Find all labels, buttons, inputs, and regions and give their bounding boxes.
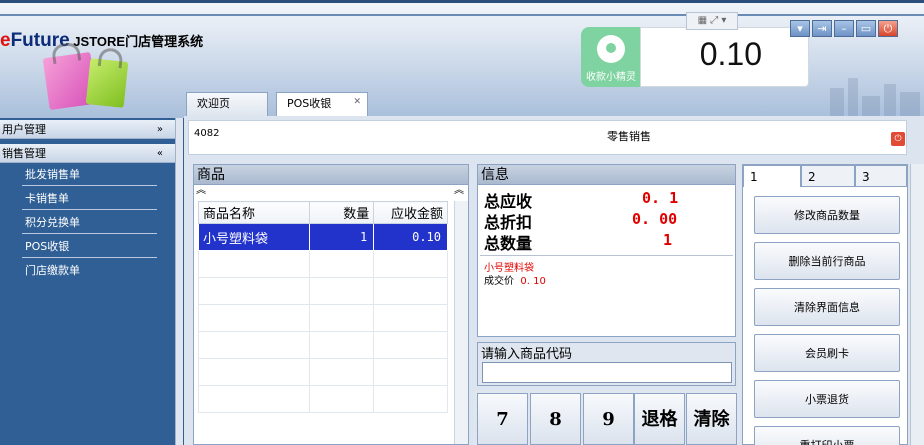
sidebar-item-points-exchange[interactable]: 积分兑换单 (22, 212, 157, 234)
widget-toolbar[interactable]: ▦ ⤢ ▾ (686, 12, 738, 30)
exit-icon[interactable]: ⇥ (812, 20, 832, 37)
chevron-down-icon: » (156, 124, 163, 135)
tab-3[interactable]: 3 (855, 165, 907, 187)
sidebar-item-store-payment[interactable]: 门店缴款单 (22, 260, 157, 282)
power-icon[interactable]: ⏻ (878, 20, 898, 37)
chevron-up-icon: « (156, 148, 163, 159)
receipt-return-button[interactable]: 小票退货 (754, 380, 900, 418)
close-icon[interactable]: ✕ (353, 91, 361, 113)
info-divider (480, 255, 733, 256)
cashier-label: 收款小精灵 (586, 72, 636, 83)
tab-welcome[interactable]: 欢迎页 (186, 92, 268, 116)
total-qty-label: 总数量 (484, 234, 533, 253)
key-7[interactable]: 7 (477, 393, 528, 445)
app-logo: eFuture JSTORE门店管理系统 (0, 30, 204, 51)
collapse-left-icon[interactable]: ︽ (196, 185, 206, 197)
amount-display: 0.10 (640, 27, 809, 87)
chevron-down-icon[interactable]: ▾ (721, 15, 726, 26)
user-icon[interactable]: ▾ (790, 20, 810, 37)
key-clear[interactable]: 清除 (686, 393, 737, 445)
tab-pos[interactable]: POS收银 ✕ (276, 92, 368, 116)
restore-icon[interactable]: ▭ (856, 20, 876, 37)
table-row (197, 331, 448, 359)
table-row (197, 385, 448, 413)
reprint-receipt-button[interactable]: 重打印小票 (754, 426, 900, 445)
keypad: 7 8 9 退格 清除 (473, 390, 739, 445)
actions-scrollbar[interactable] (910, 164, 924, 445)
tab-2[interactable]: 2 (801, 165, 855, 187)
key-9[interactable]: 9 (583, 393, 634, 445)
column-header[interactable]: 应收金额 (373, 201, 448, 224)
title-divider (0, 14, 924, 16)
grid-icon[interactable]: ▦ (698, 15, 707, 26)
cashier-widget[interactable]: 收款小精灵 (581, 27, 641, 87)
sidebar-item-pos[interactable]: POS收银 (22, 236, 157, 258)
goods-table: 商品名称 数量 应收金额 小号塑料袋 1 0.10 (197, 201, 448, 413)
key-8[interactable]: 8 (530, 393, 581, 445)
member-card-button[interactable]: 会员刷卡 (754, 334, 900, 372)
goods-panel: 商品 ︽ ︽ 商品名称 数量 应收金额 小号塑料袋 1 0.10 (193, 164, 469, 445)
collapse-right-icon[interactable]: ︽ (454, 185, 464, 197)
total-discount-value: 0. 00 (632, 210, 678, 228)
total-qty-value: 1 (663, 231, 673, 249)
page-title: 零售销售 (607, 130, 651, 143)
table-row (197, 277, 448, 305)
window-frame-top (0, 0, 924, 3)
info-title: 信息 (478, 165, 735, 185)
total-receivable-value: 0. 1 (642, 189, 679, 207)
sales-header: 4082 零售销售 ⏻ (188, 120, 907, 155)
actions-panel: 1 2 3 修改商品数量 删除当前行商品 清除界面信息 会员刷卡 小票退货 重打… (742, 164, 908, 445)
cell-name[interactable]: 小号塑料袋 (197, 223, 311, 251)
key-backspace[interactable]: 退格 (634, 393, 685, 445)
cell-qty[interactable]: 1 (309, 223, 375, 251)
goods-collapse-bar: ︽ ︽ (194, 185, 468, 199)
detail-price-value: 0. 10 (520, 276, 546, 287)
table-row (197, 358, 448, 386)
amount-value: 0.10 (699, 36, 762, 72)
sidebar: 用户管理» 销售管理 « 批发销售单 卡销售单 积分兑换单 POS收银 门店缴款单 (0, 118, 179, 445)
detail-price-row: 成交价 0. 10 (484, 272, 546, 287)
product-code-input[interactable] (482, 362, 732, 383)
modify-quantity-button[interactable]: 修改商品数量 (754, 196, 900, 234)
info-panel: 信息 总应收 0. 1 总折扣 0. 00 总数量 1 小号塑料袋 成交价 0.… (477, 164, 736, 337)
tab-1[interactable]: 1 (743, 165, 801, 187)
goods-scrollbar[interactable] (454, 201, 468, 444)
sidebar-group-sales-management[interactable]: 销售管理 « (0, 144, 175, 163)
sidebar-item-card-sales[interactable]: 卡销售单 (22, 188, 157, 210)
code-input-panel: 请输入商品代码 (477, 342, 736, 386)
goods-title: 商品 (194, 165, 468, 185)
sidebar-splitter[interactable] (175, 118, 183, 445)
detail-price-label: 成交价 (484, 276, 514, 287)
code-input-label: 请输入商品代码 (481, 347, 573, 362)
sidebar-group-user-management[interactable]: 用户管理» (0, 120, 175, 139)
table-row (197, 250, 448, 278)
table-row[interactable]: 小号塑料袋 1 0.10 (197, 223, 448, 251)
minimize-icon[interactable]: – (834, 20, 854, 37)
column-header[interactable]: 数量 (309, 201, 375, 224)
sidebar-item-wholesale[interactable]: 批发销售单 (22, 164, 157, 186)
clear-screen-button[interactable]: 清除界面信息 (754, 288, 900, 326)
column-header[interactable]: 商品名称 (197, 201, 311, 224)
shopping-bag-green-icon (85, 58, 129, 108)
expand-icon[interactable]: ⤢ (710, 15, 718, 26)
delete-row-button[interactable]: 删除当前行商品 (754, 242, 900, 280)
table-row (197, 304, 448, 332)
wallet-icon (597, 35, 625, 63)
cell-amount[interactable]: 0.10 (373, 223, 448, 251)
skyline-decoration (820, 70, 924, 118)
power-icon[interactable]: ⏻ (891, 132, 905, 146)
store-code: 4082 (194, 128, 220, 139)
